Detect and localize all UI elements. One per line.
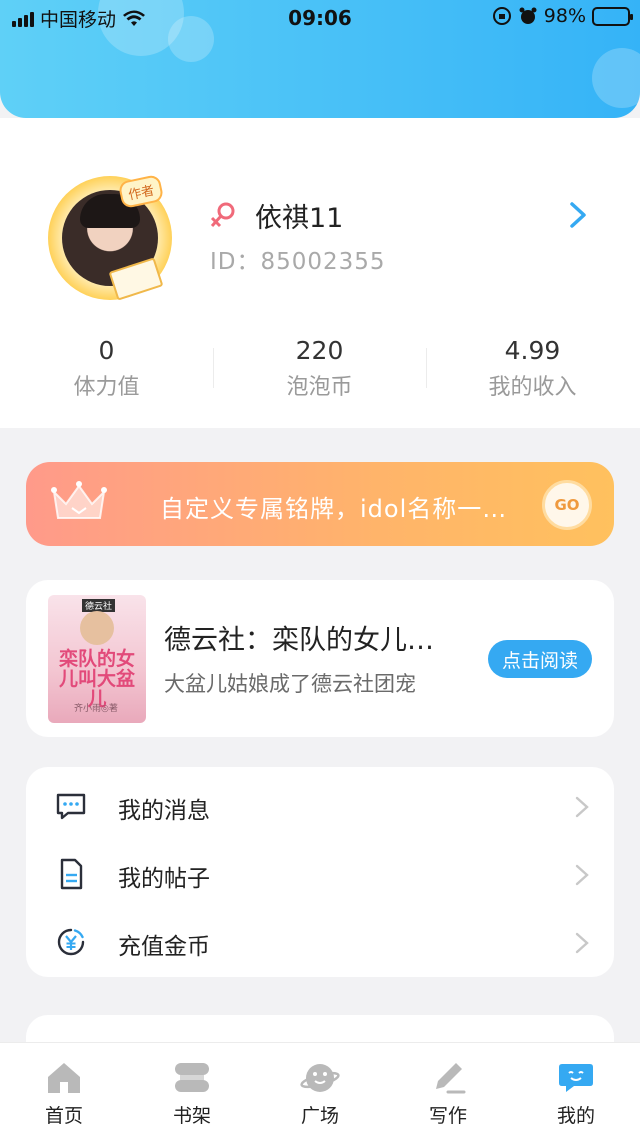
stat-value: 220 <box>295 336 344 365</box>
menu-item-recharge[interactable]: 充值金币 <box>26 907 614 975</box>
menu-item-label: 充值金币 <box>118 934 210 960</box>
chevron-right-icon <box>575 796 589 818</box>
username: 依祺11 <box>255 203 344 234</box>
stat-bubble-coins[interactable]: 220 泡泡币 <box>213 336 426 406</box>
tab-label: 广场 <box>300 1105 339 1127</box>
read-button[interactable]: 点击阅读 <box>488 640 592 678</box>
bottom-tab-bar: 首页 书架 广场 写作 我的 <box>0 1042 640 1139</box>
tab-label: 书架 <box>172 1105 211 1127</box>
pen-icon <box>436 1063 466 1094</box>
menu-item-messages[interactable]: 我的消息 <box>26 771 614 839</box>
banner-text: 自定义专属铭牌，idol名称一… <box>160 495 508 523</box>
cover-author: 齐小雨◎著 <box>74 704 118 714</box>
chevron-right-icon[interactable] <box>566 200 590 230</box>
message-icon <box>56 793 86 820</box>
document-icon <box>60 858 83 890</box>
battery-percent: 98% <box>543 5 586 27</box>
crown-icon <box>51 481 107 519</box>
status-bar: 中国移动 09:06 98% <box>0 0 640 36</box>
cover-title: 栾队的女儿叫大盆儿 <box>58 648 135 710</box>
tab-label: 写作 <box>428 1105 467 1127</box>
stat-label: 我的收入 <box>488 375 577 400</box>
menu-card: 我的消息 我的帖子 充值金币 <box>26 767 614 977</box>
profile-card[interactable]: 作者 依祺11 ID：85002355 0 体力值 220 泡泡币 4.99 我… <box>0 118 640 428</box>
stat-value: 0 <box>98 336 115 365</box>
status-right: 98% <box>492 5 633 27</box>
bookshelf-icon <box>175 1063 209 1092</box>
tab-home[interactable]: 首页 <box>0 1043 128 1139</box>
female-gender-icon <box>210 202 235 228</box>
tab-label: 我的 <box>556 1105 595 1127</box>
alarm-icon <box>519 7 537 24</box>
stat-label: 泡泡币 <box>286 375 353 400</box>
stats-row: 0 体力值 220 泡泡币 4.99 我的收入 <box>0 336 640 406</box>
stat-income[interactable]: 4.99 我的收入 <box>426 336 639 406</box>
battery-icon <box>592 6 633 26</box>
decorative-bubble <box>592 48 640 108</box>
stat-label: 体力值 <box>73 375 140 400</box>
nameplate-banner[interactable]: 自定义专属铭牌，idol名称一… GO <box>26 462 614 546</box>
recommended-book-card[interactable]: 德云社 栾队的女儿叫大盆儿 齐小雨◎著 德云社：栾队的女儿… 大盆儿姑娘成了德云… <box>26 580 614 737</box>
menu-item-label: 我的消息 <box>118 798 210 824</box>
chevron-right-icon <box>575 932 589 954</box>
book-title[interactable]: 德云社：栾队的女儿… <box>164 618 464 657</box>
tab-bookshelf[interactable]: 书架 <box>128 1043 256 1139</box>
tab-label: 首页 <box>44 1105 83 1127</box>
cover-person-image <box>80 611 114 645</box>
coin-icon <box>57 928 85 956</box>
planet-icon <box>300 1064 340 1092</box>
tab-square[interactable]: 广场 <box>256 1043 384 1139</box>
menu-item-posts[interactable]: 我的帖子 <box>26 839 614 907</box>
home-icon <box>48 1063 80 1093</box>
book-description: 大盆儿姑娘成了德云社团宠 <box>164 672 416 696</box>
menu-item-label: 我的帖子 <box>118 866 210 892</box>
avatar[interactable]: 作者 <box>40 168 180 308</box>
user-id: ID：85002355 <box>210 249 386 275</box>
stat-stamina[interactable]: 0 体力值 <box>0 336 213 406</box>
tab-write[interactable]: 写作 <box>384 1043 512 1139</box>
tab-mine[interactable]: 我的 <box>512 1043 640 1139</box>
orientation-lock-icon <box>492 7 511 25</box>
stat-value: 4.99 <box>504 336 561 365</box>
go-button[interactable]: GO <box>542 480 592 530</box>
chat-bubble-icon <box>559 1064 593 1092</box>
chevron-right-icon <box>575 864 589 886</box>
cover-tag: 德云社 <box>82 599 116 612</box>
book-cover[interactable]: 德云社 栾队的女儿叫大盆儿 齐小雨◎著 <box>48 595 146 723</box>
